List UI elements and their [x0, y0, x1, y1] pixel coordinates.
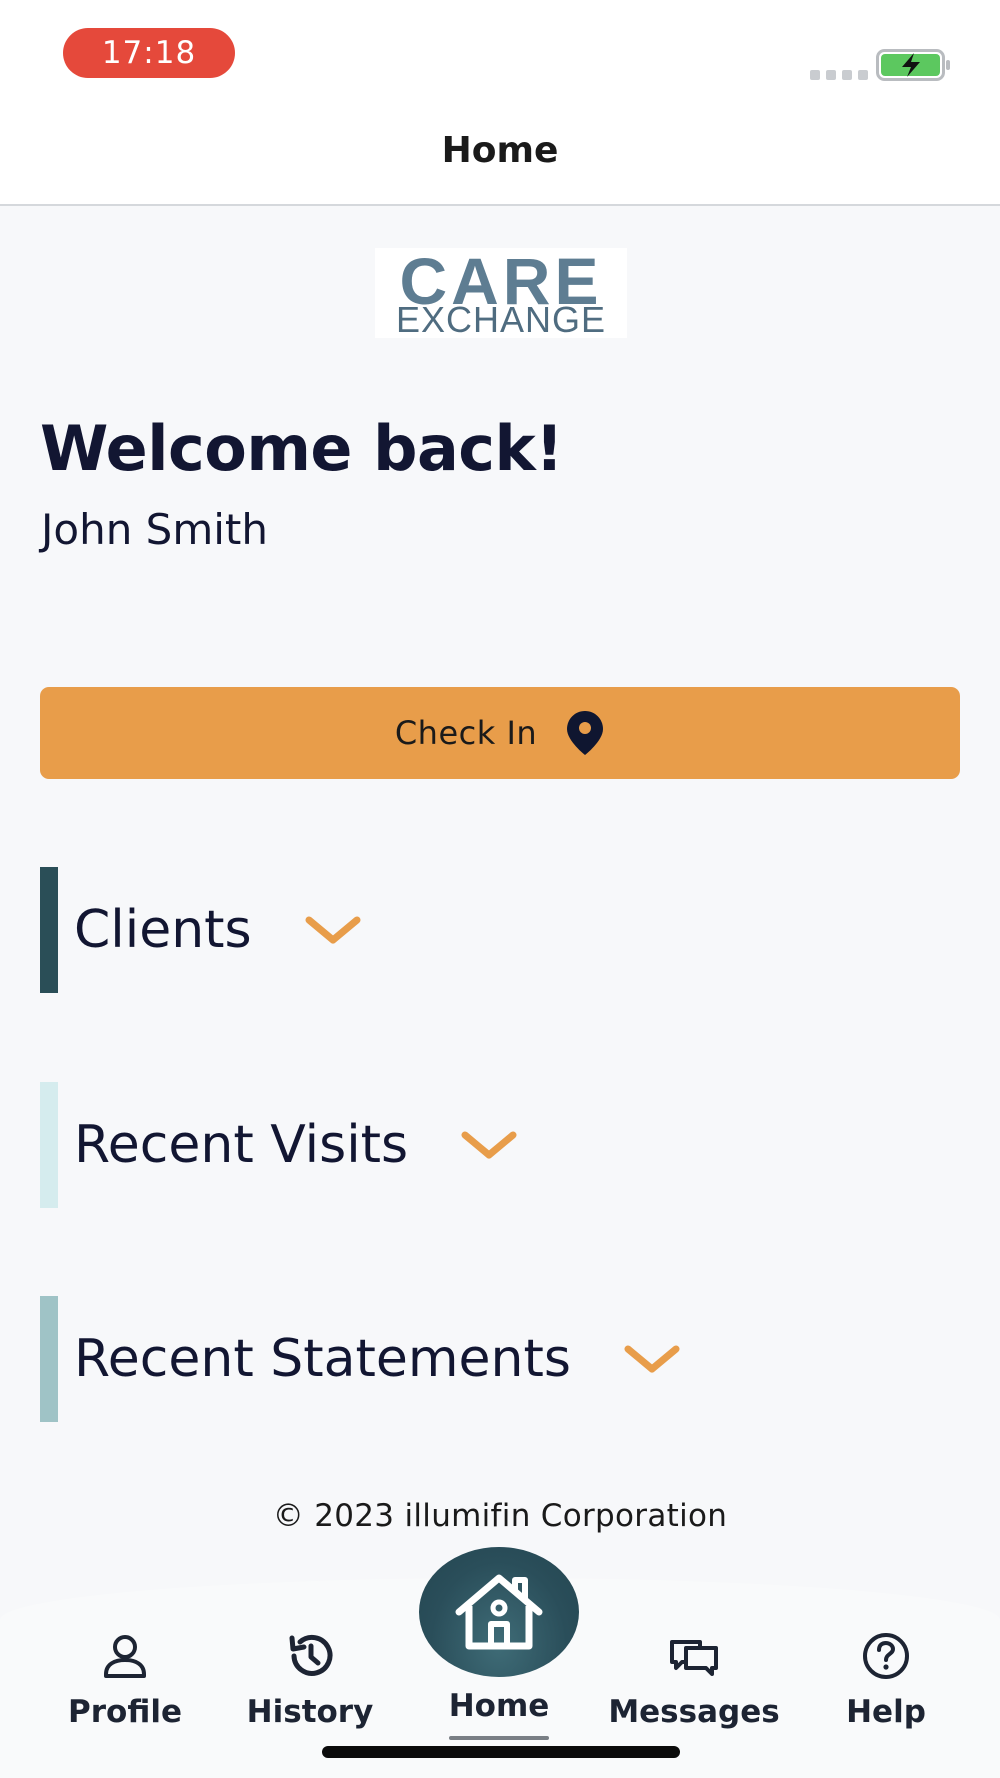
- nav-home-button[interactable]: [419, 1547, 579, 1677]
- check-in-label: Check In: [394, 714, 538, 752]
- signal-icon: [810, 70, 868, 80]
- chevron-down-icon[interactable]: [460, 1129, 518, 1161]
- nav-label: History: [246, 1694, 374, 1730]
- section-accent-bar: [40, 1296, 58, 1422]
- house-icon: [455, 1574, 543, 1650]
- nav-label: Help: [846, 1694, 926, 1730]
- chat-bubbles-icon: [670, 1640, 718, 1676]
- section-title: Clients: [74, 900, 252, 960]
- section-recent-statements[interactable]: Recent Statements: [40, 1296, 740, 1422]
- history-icon: [289, 1634, 333, 1676]
- chevron-down-icon[interactable]: [304, 914, 362, 946]
- nav-label: Profile: [68, 1694, 182, 1730]
- active-tab-indicator: [449, 1736, 549, 1740]
- nav-profile[interactable]: Profile: [45, 1630, 205, 1730]
- location-pin-icon: [567, 711, 604, 755]
- nav-history[interactable]: History: [230, 1630, 390, 1730]
- check-in-button[interactable]: Check In: [40, 687, 960, 779]
- battery-icon: [876, 49, 950, 81]
- care-exchange-logo: CARE EXCHANGE: [375, 248, 627, 338]
- nav-help[interactable]: Help: [806, 1630, 966, 1730]
- logo-text-exchange: EXCHANGE: [395, 299, 607, 340]
- section-accent-bar: [40, 867, 58, 993]
- nav-messages[interactable]: Messages: [608, 1630, 780, 1730]
- section-title: Recent Visits: [74, 1115, 409, 1175]
- section-title: Recent Statements: [74, 1329, 571, 1389]
- top-bar: 17:18 Home: [0, 0, 1000, 206]
- welcome-heading: Welcome back!: [40, 412, 564, 485]
- user-name: John Smith: [41, 505, 269, 554]
- home-indicator: [322, 1746, 680, 1758]
- nav-label: Messages: [608, 1694, 780, 1730]
- status-time: 17:18: [63, 28, 235, 78]
- section-recent-visits[interactable]: Recent Visits: [40, 1082, 740, 1208]
- question-circle-icon: [863, 1633, 909, 1679]
- section-clients[interactable]: Clients: [40, 867, 740, 993]
- section-accent-bar: [40, 1082, 58, 1208]
- chevron-down-icon[interactable]: [623, 1343, 681, 1375]
- copyright-text: © 2023 illumifin Corporation: [272, 1498, 728, 1534]
- person-icon: [104, 1635, 146, 1678]
- nav-home-label[interactable]: Home: [419, 1688, 579, 1724]
- page-title: Home: [441, 130, 559, 171]
